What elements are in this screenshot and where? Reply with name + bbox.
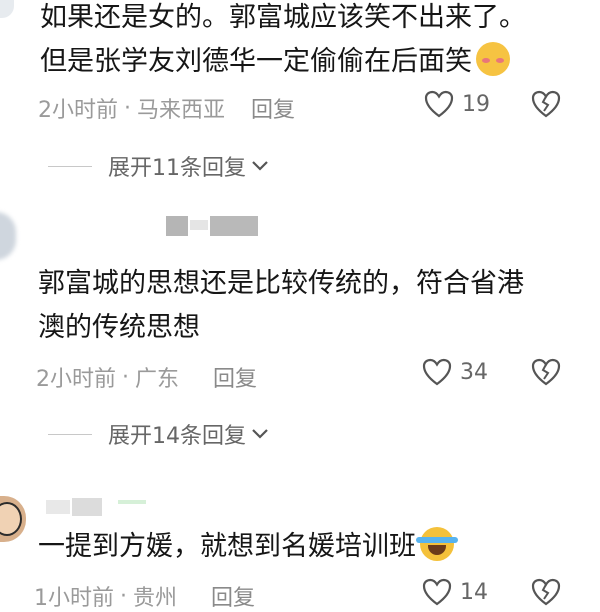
separator: · (122, 364, 129, 390)
avatar[interactable] (0, 496, 26, 542)
chevron-down-icon (252, 161, 268, 171)
reply-button[interactable]: 回复 (211, 580, 255, 612)
like-count: 34 (460, 359, 488, 385)
decorative-mark (118, 500, 146, 504)
expand-label: 展开11条回复 (108, 156, 246, 181)
broken-heart-icon[interactable] (530, 89, 562, 119)
comment-meta: 2小时前 · 广东 回复 (36, 361, 257, 393)
comment-line: 一提到方媛，就想到名媛培训班 (38, 531, 416, 562)
comment-time: 2小时前 (36, 367, 116, 392)
like-button[interactable]: 19 (424, 90, 490, 118)
username-redacted[interactable] (46, 498, 102, 516)
like-button[interactable]: 34 (422, 358, 488, 386)
like-count: 14 (460, 579, 488, 605)
comment-line: 但是张学友刘德华一定偷偷在后面笑 (40, 46, 472, 77)
avatar[interactable] (0, 212, 16, 260)
comment-line: 郭富城的思想还是比较传统的，符合省港 (38, 268, 524, 299)
broken-heart-icon[interactable] (530, 357, 562, 387)
reply-button[interactable]: 回复 (213, 361, 257, 393)
comment-location: 广东 (135, 367, 180, 392)
comment-time: 1小时前 (34, 586, 114, 611)
shy-face-emoji (476, 42, 510, 76)
broken-heart-icon[interactable] (530, 577, 562, 607)
avatar-partial[interactable] (0, 0, 14, 18)
comment-time: 2小时前 (38, 98, 118, 123)
expand-label: 展开14条回复 (108, 424, 246, 449)
comment-text: 但是张学友刘德华一定偷偷在后面笑 (40, 40, 510, 84)
divider (48, 433, 92, 435)
comment-location: 贵州 (133, 586, 178, 611)
heart-icon (422, 358, 452, 386)
divider (48, 165, 92, 167)
comment-text: 郭富城的思想还是比较传统的，符合省港 (38, 262, 524, 306)
like-count: 19 (462, 91, 490, 117)
comment-text: 一提到方媛，就想到名媛培训班 (38, 525, 458, 569)
username-redacted[interactable] (166, 216, 258, 236)
separator: · (124, 95, 131, 121)
comment-location: 马来西亚 (137, 98, 226, 123)
comment-line: 澳的传统思想 (38, 312, 200, 343)
comment-meta: 1小时前 · 贵州 回复 (34, 580, 255, 612)
comment-text: 如果还是女的。郭富城应该笑不出来了。 (40, 0, 526, 40)
separator: · (120, 583, 127, 609)
chevron-down-icon (252, 429, 268, 439)
expand-replies-button[interactable]: 展开14条回复 (48, 418, 270, 450)
heart-icon (424, 90, 454, 118)
comment-meta: 2小时前 · 马来西亚 回复 (38, 92, 295, 124)
comment-line: 如果还是女的。郭富城应该笑不出来了。 (40, 2, 526, 33)
reply-button[interactable]: 回复 (251, 92, 295, 124)
expand-replies-button[interactable]: 展开11条回复 (48, 150, 270, 182)
heart-icon (422, 578, 452, 606)
comment-text: 澳的传统思想 (38, 306, 200, 350)
loudly-crying-emoji (416, 527, 458, 561)
like-button[interactable]: 14 (422, 578, 488, 606)
